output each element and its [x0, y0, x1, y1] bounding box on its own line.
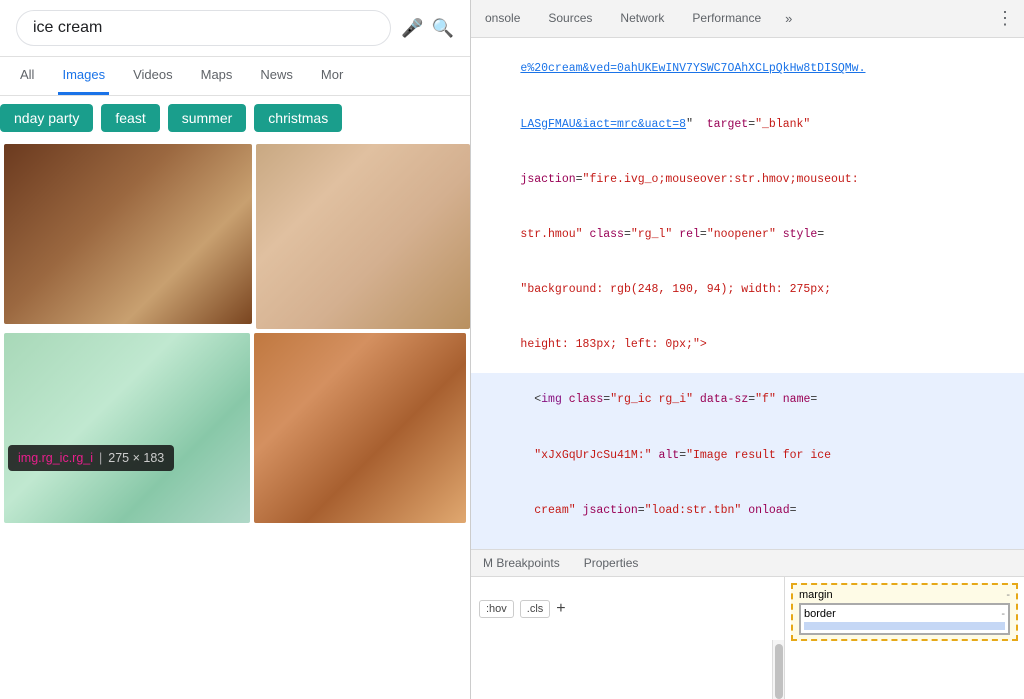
box-model-content — [804, 622, 1005, 630]
code-line-3: jsaction="fire.ivg_o;mouseover:str.hmov;… — [471, 152, 1024, 207]
tab-maps[interactable]: Maps — [197, 57, 237, 95]
code-line-6: height: 183px; left: 0px;"> — [471, 318, 1024, 373]
tab-more-devtools[interactable]: » — [775, 3, 802, 34]
box-model-margin: margin - border - — [791, 583, 1018, 641]
cls-button[interactable]: .cls — [520, 600, 551, 618]
chip-summer[interactable]: summer — [168, 104, 247, 132]
border-value: - — [1001, 608, 1005, 620]
tab-console[interactable]: onsole — [471, 3, 534, 35]
scrollbar-thumb[interactable] — [775, 644, 783, 699]
code-line-10: "google.aft&&google.aft(this)" src="data… — [471, 539, 1024, 549]
image-col-left — [4, 144, 252, 329]
tab-network[interactable]: Network — [606, 3, 678, 35]
image-col-right — [256, 144, 470, 329]
tab-videos[interactable]: Videos — [129, 57, 177, 95]
tab-news[interactable]: News — [256, 57, 297, 95]
scrollbar[interactable] — [772, 640, 784, 699]
devtools-panel: onsole Sources Network Performance » ⋮ e… — [470, 0, 1024, 699]
image-cups-sprinkles[interactable] — [256, 144, 470, 329]
chip-feast[interactable]: feast — [101, 104, 159, 132]
tab-more[interactable]: Mor — [317, 57, 347, 95]
styles-content — [471, 640, 772, 699]
bottom-panel-content: :hov .cls + margin - — [471, 577, 1024, 699]
search-bar: 🎤 🔍 — [0, 0, 470, 57]
image-tooltip-badge: img.rg_ic.rg_i | 275 × 183 — [8, 445, 174, 471]
code-line-5: "background: rgb(248, 190, 94); width: 2… — [471, 263, 1024, 318]
search-input[interactable] — [16, 10, 391, 46]
tab-performance[interactable]: Performance — [678, 3, 775, 35]
chip-christmas[interactable]: christmas — [254, 104, 342, 132]
styles-area: :hov .cls + — [471, 577, 784, 699]
image-pastel-scoops[interactable] — [4, 333, 250, 523]
border-label: border — [804, 608, 836, 620]
google-images-panel: 🎤 🔍 All Images Videos Maps News Mor nday… — [0, 0, 470, 699]
tooltip-img-tag: img.rg_ic.rg_i — [18, 451, 93, 465]
scrollbar-container — [471, 640, 784, 699]
styles-bar: :hov .cls + — [471, 577, 784, 640]
search-icons: 🎤 🔍 — [401, 18, 454, 39]
image-chocolate-scoops[interactable] — [4, 144, 252, 324]
tab-images[interactable]: Images — [58, 57, 109, 95]
chip-nday-party[interactable]: nday party — [0, 104, 93, 132]
bottom-panel: M Breakpoints Properties :hov .cls + — [471, 549, 1024, 699]
filter-chips: nday party feast summer christmas — [0, 96, 470, 140]
add-style-button[interactable]: + — [556, 600, 565, 618]
mic-icon[interactable]: 🎤 — [401, 18, 423, 39]
box-model-panel: margin - border - — [784, 577, 1024, 699]
code-line-8: "xJxGqUrJcSu41M:" alt="Image result for … — [471, 428, 1024, 483]
tab-all[interactable]: All — [16, 57, 38, 95]
tab-sources[interactable]: Sources — [534, 3, 606, 35]
box-model-border: border - — [799, 603, 1010, 635]
border-row: border - — [804, 608, 1005, 620]
code-panel[interactable]: e%20cream&ved=0ahUKEwINV7YSWC7OAhXCLpQkH… — [471, 38, 1024, 549]
code-line-4: str.hmou" class="rg_l" rel="noopener" st… — [471, 208, 1024, 263]
image-warm-scoops[interactable] — [254, 333, 466, 523]
hov-button[interactable]: :hov — [479, 600, 514, 618]
code-line-7: <img class="rg_ic rg_i" data-sz="f" name… — [471, 373, 1024, 428]
tab-properties[interactable]: Properties — [572, 550, 651, 576]
code-line-2: LASgFMAU&iact=mrc&uact=8" target="_blank… — [471, 97, 1024, 152]
code-line-1: e%20cream&ved=0ahUKEwINV7YSWC7OAhXCLpQkH… — [471, 42, 1024, 97]
margin-row: margin - — [799, 589, 1010, 601]
images-grid-bottom — [0, 333, 470, 527]
nav-tabs: All Images Videos Maps News Mor — [0, 57, 470, 96]
tooltip-dimensions: 275 × 183 — [108, 451, 164, 465]
tooltip-separator: | — [99, 451, 102, 465]
tab-dom-breakpoints[interactable]: M Breakpoints — [471, 550, 572, 576]
code-line-9: cream" jsaction="load:str.tbn" onload= — [471, 483, 1024, 538]
bottom-panel-tabs: M Breakpoints Properties — [471, 550, 1024, 577]
search-icon[interactable]: 🔍 — [432, 18, 454, 39]
devtools-menu-icon[interactable]: ⋮ — [986, 0, 1024, 37]
images-grid-top — [0, 140, 470, 333]
devtools-toolbar: onsole Sources Network Performance » ⋮ — [471, 0, 1024, 38]
margin-label: margin — [799, 589, 833, 601]
margin-value: - — [1006, 589, 1010, 601]
